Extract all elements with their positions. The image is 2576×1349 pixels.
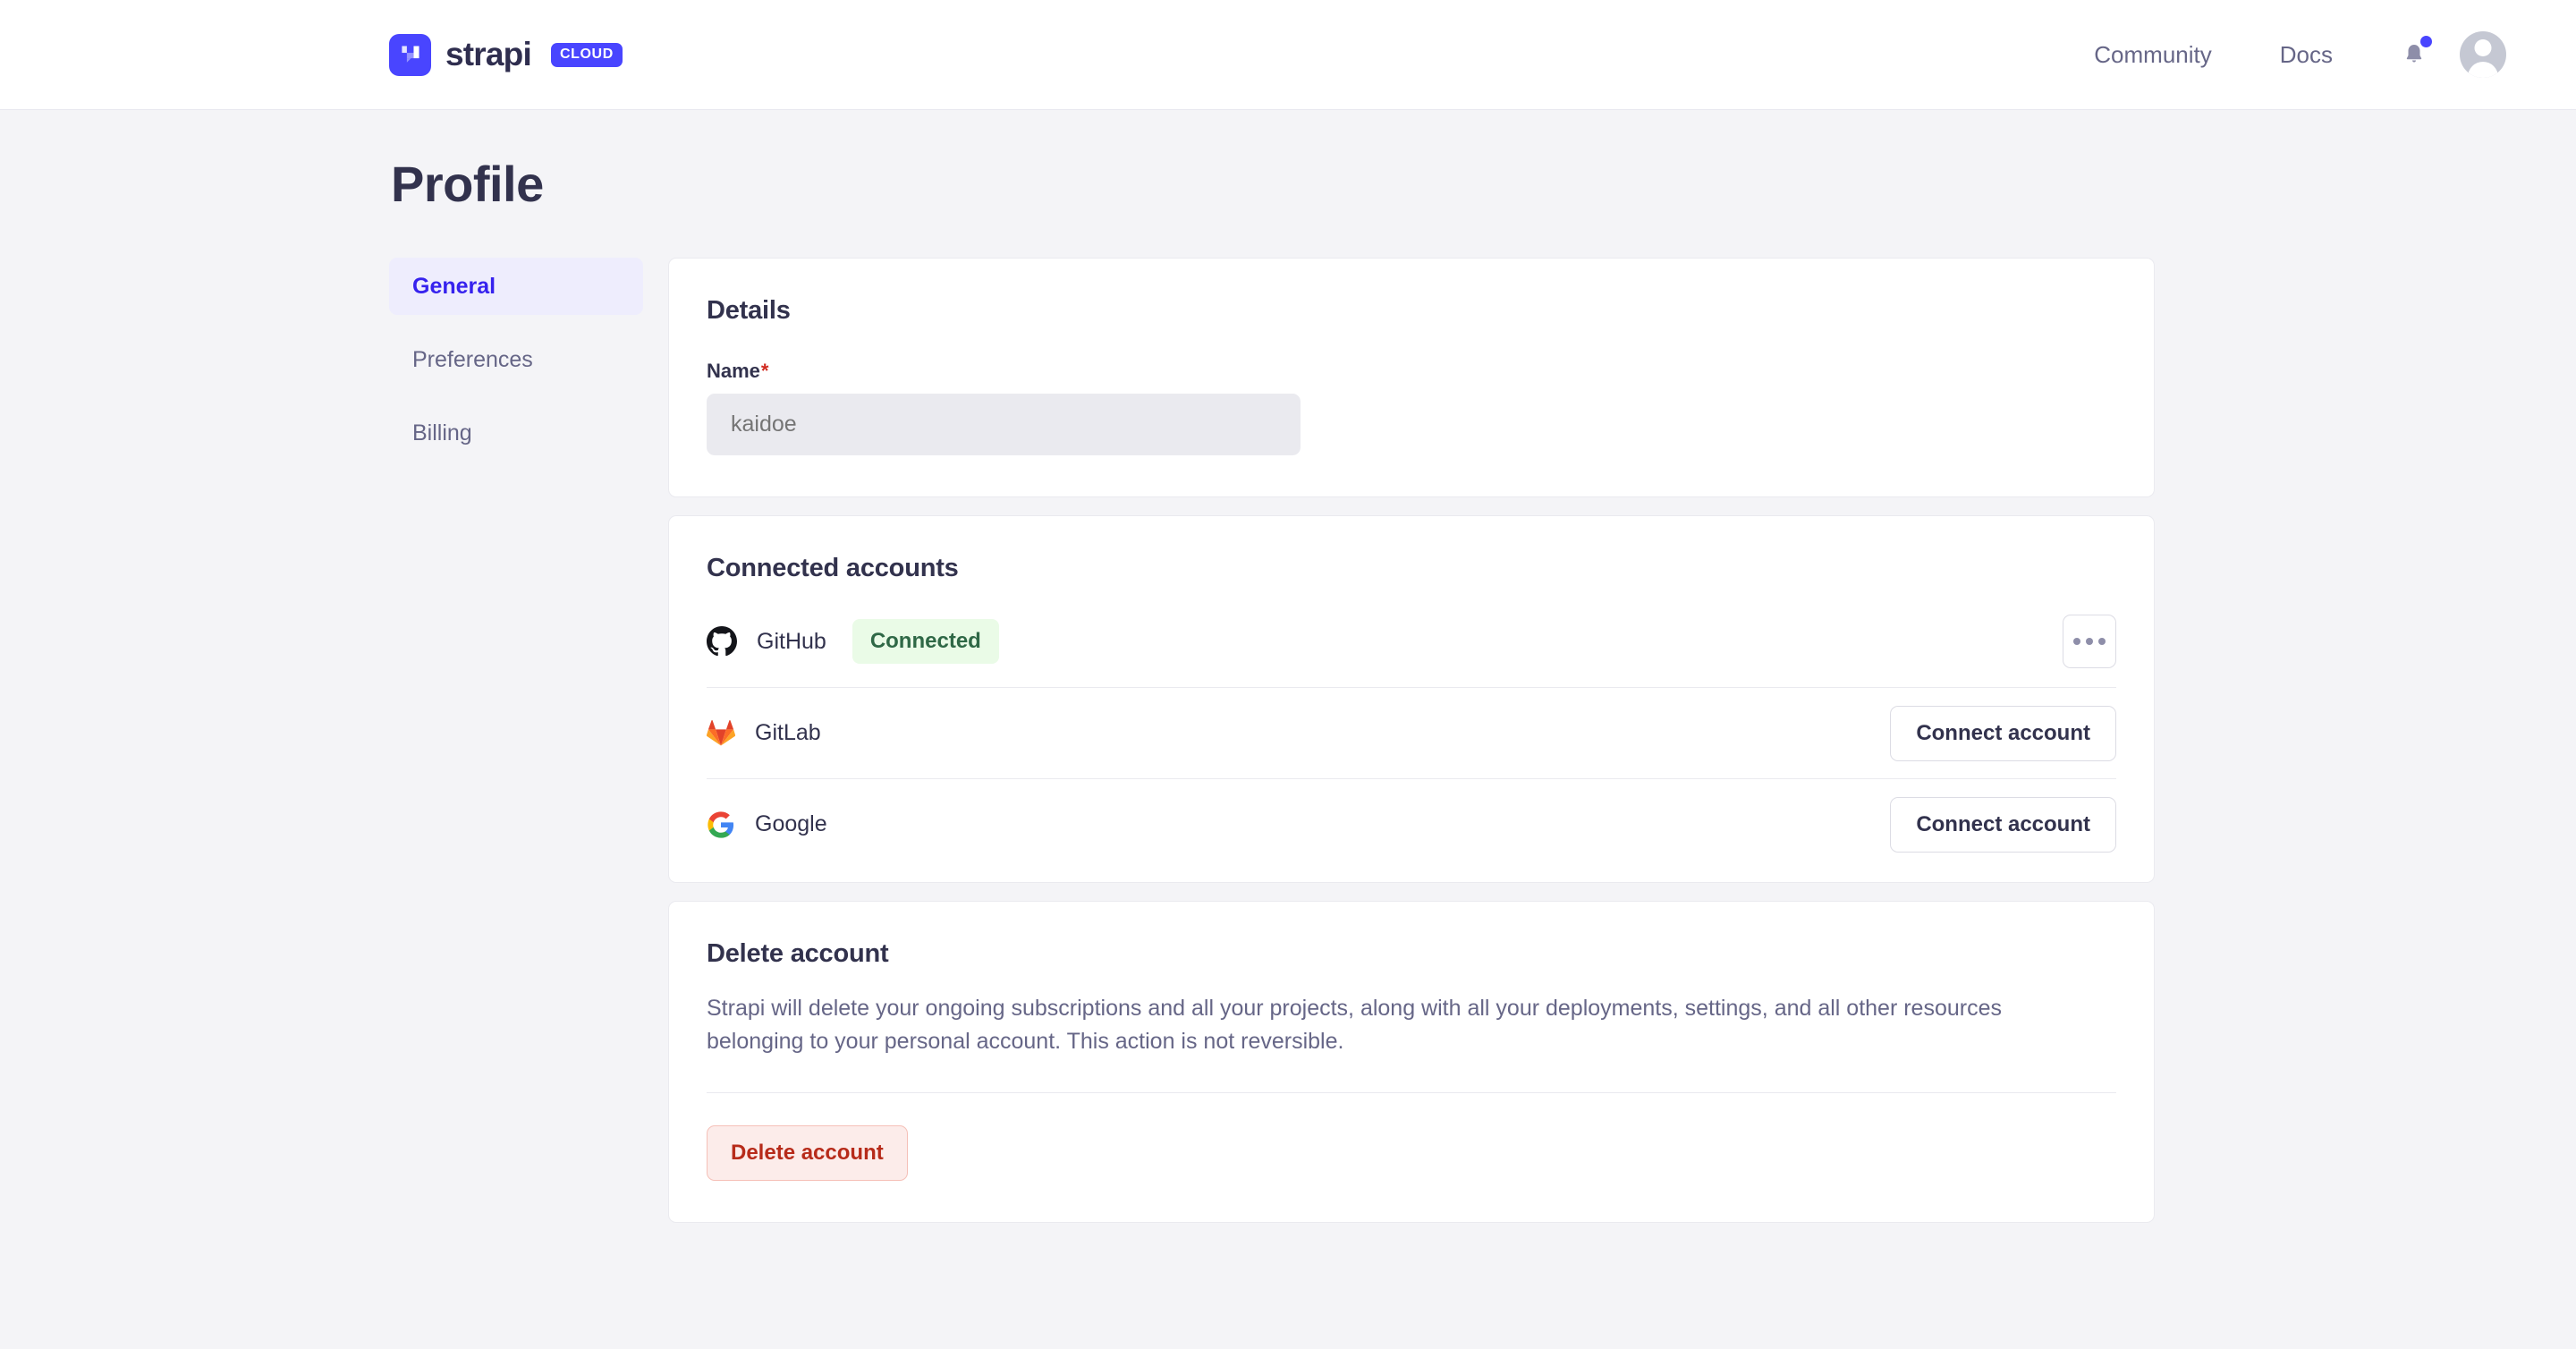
required-asterisk: * [761,360,769,382]
delete-account-description: Strapi will delete your ongoing subscrip… [707,992,2084,1058]
gitlab-icon [707,719,735,748]
delete-account-button[interactable]: Delete account [707,1125,908,1181]
connected-accounts-title: Connected accounts [707,554,2116,583]
sidebar-item-label: Billing [412,420,472,446]
name-input[interactable] [707,394,1301,455]
details-card: Details Name* [668,258,2155,497]
name-field-group: Name* [707,360,2116,455]
sidebar-item-billing[interactable]: Billing [389,404,643,462]
nav-link-docs[interactable]: Docs [2246,41,2367,69]
status-badge: Connected [852,619,999,664]
table-row: Google Connect account [707,778,2116,870]
provider-google: Google [707,810,827,839]
divider [707,1092,2116,1093]
avatar-body [2468,62,2498,78]
provider-name: GitLab [755,720,821,746]
notification-unread-dot [2420,36,2432,47]
settings-content: Details Name* Connected accounts [668,258,2155,1241]
more-dot [2086,638,2093,645]
provider-name: Google [755,811,827,837]
page-body: Profile General Preferences Billing Deta… [0,155,2576,1241]
provider-name: GitHub [757,629,826,655]
avatar-head [2475,39,2492,56]
sidebar-item-label: Preferences [412,347,533,373]
sidebar-item-label: General [412,274,496,300]
connect-account-google-button[interactable]: Connect account [1890,797,2116,853]
brand-logo[interactable]: strapi CLOUD [389,34,623,76]
name-label-text: Name [707,360,760,382]
google-icon [707,810,735,839]
more-dot [2098,638,2106,645]
details-title: Details [707,296,2116,326]
sidebar-item-preferences[interactable]: Preferences [389,331,643,388]
name-field-label: Name* [707,360,2116,383]
delete-account-title: Delete account [707,939,2116,969]
connect-account-gitlab-button[interactable]: Connect account [1890,706,2116,761]
nav-link-community[interactable]: Community [2060,41,2245,69]
delete-account-card: Delete account Strapi will delete your o… [668,901,2155,1223]
more-dot [2073,638,2080,645]
sidebar-item-general[interactable]: General [389,258,643,315]
github-icon [707,626,737,657]
top-header: strapi CLOUD Community Docs [0,0,2576,110]
user-avatar-icon[interactable] [2460,31,2506,78]
provider-github: GitHub [707,626,826,657]
cloud-badge: CLOUD [551,43,623,67]
brand-name: strapi [445,36,531,73]
page-layout: General Preferences Billing Details Name… [389,258,2576,1241]
table-row: GitLab Connect account [707,687,2116,778]
table-row: GitHub Connected [707,596,2116,687]
settings-sidebar: General Preferences Billing [389,258,668,478]
page-title: Profile [391,155,2576,213]
provider-gitlab: GitLab [707,719,821,748]
header-nav: Community Docs [2060,29,2506,81]
strapi-logo-icon [389,34,431,76]
github-more-menu-button[interactable] [2063,615,2116,668]
notifications-button[interactable] [2388,29,2440,81]
connected-accounts-card: Connected accounts GitHub Connected [668,515,2155,883]
